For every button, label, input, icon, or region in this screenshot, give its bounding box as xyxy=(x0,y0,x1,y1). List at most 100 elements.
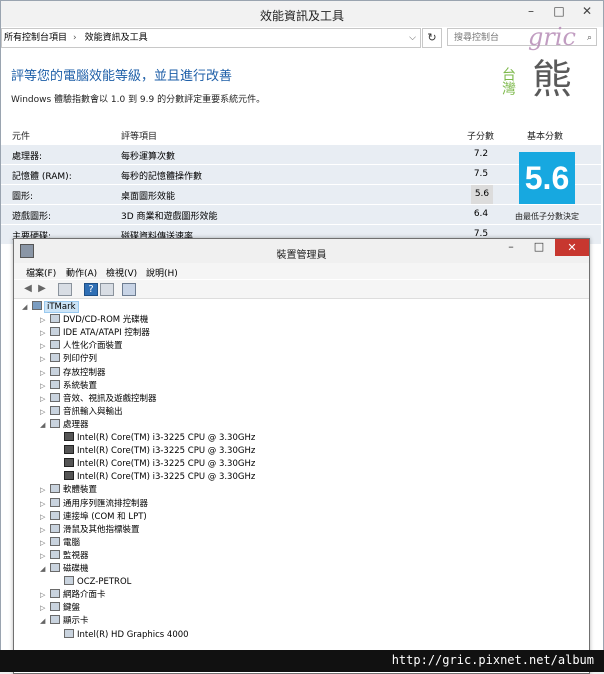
menu-help[interactable]: 說明(H) xyxy=(146,266,178,279)
logo-script-text: gric xyxy=(528,23,576,51)
expand-icon[interactable]: ▷ xyxy=(40,314,48,327)
device-category[interactable]: ▷ 滑鼠及其他指標裝置 xyxy=(40,524,140,537)
device-category[interactable]: ▷ 通用序列匯流排控制器 xyxy=(40,498,148,511)
column-header: 元件 xyxy=(12,132,31,142)
minimize-button[interactable]: – xyxy=(517,1,545,21)
component-name: 遊戲圖形: xyxy=(12,212,52,222)
device-label: 處理器 xyxy=(63,420,89,430)
component-name: 記憶體 (RAM): xyxy=(12,172,72,182)
expand-icon[interactable]: ▷ xyxy=(40,602,48,615)
collapse-icon[interactable]: ◢ xyxy=(40,615,48,628)
device-label: 電腦 xyxy=(63,538,81,548)
device-category[interactable]: ▷ 音效、視訊及遊戲控制器 xyxy=(40,393,157,406)
close-button[interactable]: ✕ xyxy=(555,239,589,256)
device-category[interactable]: ▷ 列印佇列 xyxy=(40,353,97,366)
menu-file[interactable]: 檔案(F) xyxy=(26,266,56,279)
expand-icon[interactable]: ▷ xyxy=(40,367,48,380)
device-category[interactable]: ▷ 存放控制器 xyxy=(40,367,106,380)
breadcrumb-item[interactable]: 效能資訊及工具 xyxy=(85,33,148,43)
device-category[interactable]: ▷ 系統裝置 xyxy=(40,380,97,393)
device-category[interactable]: ▷ 人性化介面裝置 xyxy=(40,340,123,353)
device-category[interactable]: ▷ IDE ATA/ATAPI 控制器 xyxy=(40,327,150,340)
maximize-button[interactable]: □ xyxy=(526,239,552,255)
expand-icon[interactable]: ▷ xyxy=(40,511,48,524)
properties-icon[interactable] xyxy=(58,283,72,296)
collapse-icon[interactable]: ◢ xyxy=(22,301,30,314)
device-label: 顯示卡 xyxy=(63,616,89,626)
expand-icon[interactable]: ▷ xyxy=(40,340,48,353)
device-item[interactable]: Intel(R) Core(TM) i3-3225 CPU @ 3.30GHz xyxy=(54,432,255,445)
device-category[interactable]: ◢ 顯示卡 xyxy=(40,615,89,628)
expand-icon[interactable]: ▷ xyxy=(40,524,48,537)
device-item[interactable]: Intel(R) Core(TM) i3-3225 CPU @ 3.30GHz xyxy=(54,458,255,471)
device-label: 存放控制器 xyxy=(63,368,106,378)
scan-hardware-icon[interactable] xyxy=(122,283,136,296)
page-heading: 評等您的電腦效能等級，並且進行改善 xyxy=(11,69,233,84)
device-item[interactable]: Intel(R) Core(TM) i3-3225 CPU @ 3.30GHz xyxy=(54,471,255,484)
rating-item: 3D 商業和遊戲圖形效能 xyxy=(121,212,218,222)
device-category[interactable]: ▷ 網路介面卡 xyxy=(40,589,106,602)
logo-bear-text: 熊 xyxy=(532,57,572,101)
menu-view[interactable]: 檢視(V) xyxy=(106,266,137,279)
device-label: 系統裝置 xyxy=(63,381,98,391)
device-category[interactable]: ◢ 處理器 xyxy=(40,419,89,432)
menu-action[interactable]: 動作(A) xyxy=(66,266,97,279)
minimize-button[interactable]: – xyxy=(498,239,524,255)
device-item[interactable]: OCZ-PETROL xyxy=(54,576,131,589)
device-label: Intel(R) Core(TM) i3-3225 CPU @ 3.30GHz xyxy=(77,433,256,443)
device-icon xyxy=(50,602,60,611)
device-icon xyxy=(50,367,60,376)
chevron-down-icon[interactable]: ⌵ xyxy=(409,29,416,47)
view-icon[interactable] xyxy=(100,283,114,296)
expand-icon[interactable]: ▷ xyxy=(40,406,48,419)
help-icon[interactable]: ? xyxy=(84,283,98,296)
expand-icon[interactable]: ▷ xyxy=(40,380,48,393)
device-icon xyxy=(50,589,60,598)
back-arrow-icon[interactable]: ◀ xyxy=(22,283,34,294)
maximize-button[interactable]: □ xyxy=(545,1,573,21)
expand-icon[interactable]: ▷ xyxy=(40,550,48,563)
device-item[interactable]: Intel(R) HD Graphics 4000 xyxy=(54,629,189,642)
device-manager-window: 裝置管理員 – □ ✕ 檔案(F) 動作(A) 檢視(V) 說明(H) ◀ ▶ … xyxy=(13,238,590,674)
forward-arrow-icon[interactable]: ▶ xyxy=(36,283,48,294)
chevron-right-icon[interactable]: › xyxy=(73,29,77,47)
device-label: 網路介面卡 xyxy=(63,590,106,600)
device-label: Intel(R) Core(TM) i3-3225 CPU @ 3.30GHz xyxy=(77,446,256,456)
device-category[interactable]: ▷ 電腦 xyxy=(40,537,80,550)
expand-icon[interactable]: ▷ xyxy=(40,498,48,511)
expand-icon[interactable]: ▷ xyxy=(40,327,48,340)
address-bar[interactable]: 所有控制台項目 › 效能資訊及工具 ⌵ xyxy=(1,28,421,48)
device-label: 磁碟機 xyxy=(63,564,89,574)
watermark-url: http://gric.pixnet.net/album xyxy=(391,653,594,667)
expand-icon[interactable]: ▷ xyxy=(40,393,48,406)
device-icon xyxy=(50,340,60,349)
device-category[interactable]: ▷ 連接埠 (COM 和 LPT) xyxy=(40,511,147,524)
device-icon xyxy=(50,524,60,533)
device-category[interactable]: ▷ 監視器 xyxy=(40,550,89,563)
device-category[interactable]: ▷ 音訊輸入與輸出 xyxy=(40,406,123,419)
tree-root[interactable]: ◢ iTMark xyxy=(22,301,79,314)
device-category[interactable]: ▷ DVD/CD-ROM 光碟機 xyxy=(40,314,148,327)
device-category[interactable]: ◢ 磁碟機 xyxy=(40,563,89,576)
device-category[interactable]: ▷ 軟體裝置 xyxy=(40,484,97,497)
table-row: 處理器: 每秒運算次數 7.2 xyxy=(1,145,601,165)
device-item[interactable]: Intel(R) Core(TM) i3-3225 CPU @ 3.30GHz xyxy=(54,445,255,458)
device-category[interactable]: ▷ 鍵盤 xyxy=(40,602,80,615)
rating-item: 每秒運算次數 xyxy=(121,152,176,162)
device-label: 連接埠 (COM 和 LPT) xyxy=(63,512,147,522)
refresh-button[interactable]: ↻ xyxy=(422,28,442,48)
expand-icon[interactable]: ▷ xyxy=(40,353,48,366)
device-label: Intel(R) Core(TM) i3-3225 CPU @ 3.30GHz xyxy=(77,472,256,482)
breadcrumb-item[interactable]: 所有控制台項目 xyxy=(4,33,67,43)
device-label: OCZ-PETROL xyxy=(77,577,132,587)
expand-icon[interactable]: ▷ xyxy=(40,484,48,497)
expand-icon[interactable]: ▷ xyxy=(40,537,48,550)
device-label: 鍵盤 xyxy=(63,603,81,613)
collapse-icon[interactable]: ◢ xyxy=(40,419,48,432)
toolbar: ◀ ▶ ? xyxy=(14,280,589,299)
close-button[interactable]: ✕ xyxy=(573,1,601,21)
subscore: 5.6 xyxy=(471,185,493,204)
menu-bar: 檔案(F) 動作(A) 檢視(V) 說明(H) xyxy=(14,263,589,279)
collapse-icon[interactable]: ◢ xyxy=(40,563,48,576)
expand-icon[interactable]: ▷ xyxy=(40,589,48,602)
